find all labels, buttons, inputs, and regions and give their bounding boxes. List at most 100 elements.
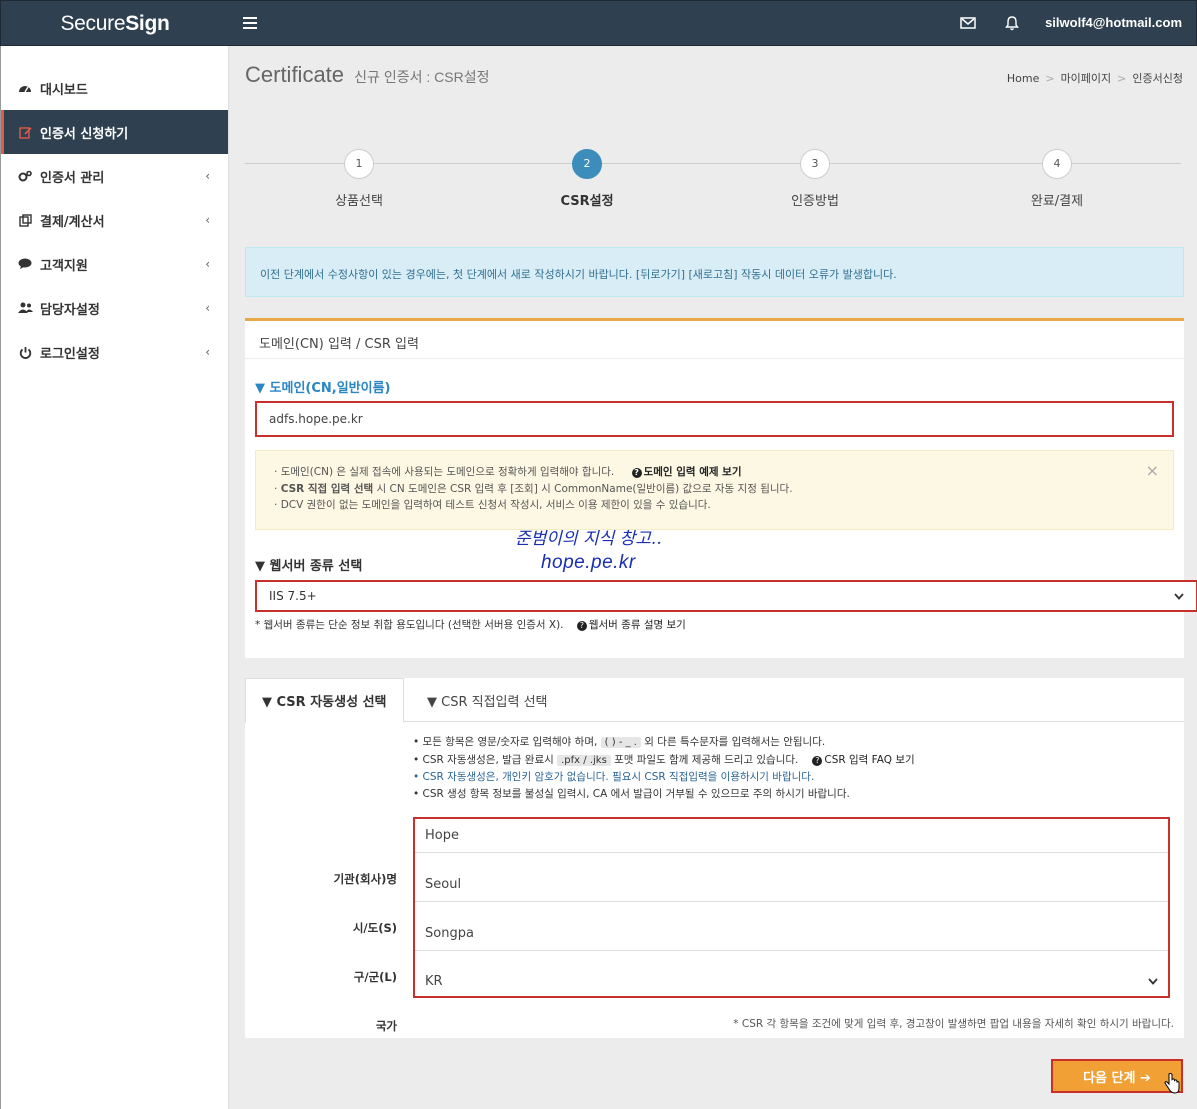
sidebar-item-certificate-management[interactable]: 인증서 관리 ‹ [1,154,228,198]
warning-line-1: · 도메인(CN) 은 실제 접속에 사용되는 도메인으로 정확하게 입력해야 … [274,464,1155,481]
breadcrumb-current: 인증서신청 [1132,72,1183,85]
hand-cursor-icon [1164,1073,1180,1094]
breadcrumb-home[interactable]: Home [1007,72,1039,85]
organization-value: Hope [425,828,459,843]
page-title: Certificate 신규 인증서 : CSR설정 [245,62,489,88]
step-label: CSR설정 [560,194,614,209]
sidebar-item-label: 로그인설정 [40,346,100,362]
warning-line-2: · CSR 직접 입력 선택 시 CN 도메인은 CSR 입력 후 [조회] 시… [274,481,1155,498]
close-icon[interactable]: × [1146,462,1159,480]
server-type-select[interactable]: IIS 7.5+ [255,580,1197,612]
rule-4: • CSR 생성 항목 정보를 불성실 입력시, CA 에서 발급이 거부될 수… [413,787,850,800]
step-2: 2 CSR설정 [507,149,667,209]
rule-text: 포맷 파일도 함께 제공해 드리고 있습니다. [610,753,799,766]
watermark-text: 준범이의 지식 창고.. hope.pe.kr [515,527,662,575]
step-3: 3 인증방법 [735,149,895,209]
sidebar-item-label: 대시보드 [40,82,88,98]
question-circle-icon: ? [812,755,823,766]
locality-input[interactable]: Songpa [415,917,1168,951]
step-number: 4 [1042,149,1072,179]
info-alert: 이전 단계에서 수정사항이 있는 경우에는, 첫 단계에서 새로 작성하시기 바… [245,247,1184,297]
sidebar-item-label: 담당자설정 [40,302,100,318]
chevron-left-icon: ‹ [205,345,210,359]
domain-input[interactable]: adfs.hope.pe.kr [255,401,1174,437]
sidebar-item-billing[interactable]: 결제/계산서 ‹ [1,198,228,242]
server-type-note: * 웹서버 종류는 단순 정보 취합 용도입니다 (선택한 서버용 인증서 X)… [255,617,686,632]
country-value: KR [425,973,443,989]
tab-label: ▼ CSR 자동생성 선택 [262,695,387,710]
tab-csr-auto[interactable]: ▼ CSR 자동생성 선택 [245,678,404,723]
step-1: 1 상품선택 [279,149,439,209]
server-help-label: 웹서버 종류 설명 보기 [588,619,686,631]
warning-text-bold: CSR 직접 입력 선택 [280,482,374,495]
main-content: Certificate 신규 인증서 : CSR설정 Home > 마이페이지 > 인증… [229,46,1197,1109]
server-type-label: ▼ 웹서버 종류 선택 [255,559,363,574]
step-label: 완료/결제 [1030,194,1084,209]
step-number: 3 [800,149,830,179]
rule-text: • CSR 자동생성은, 발급 완료시 [413,753,558,766]
csr-panel: ▼ CSR 자동생성 선택 ▼ CSR 직접입력 선택 • 모든 항목은 영문/… [245,678,1184,1038]
domain-input-value: adfs.hope.pe.kr [269,412,363,426]
domain-example-link[interactable]: ? 도메인 입력 예제 보기 [631,466,742,478]
sidebar-item-login-settings[interactable]: 로그인설정 ‹ [1,330,228,374]
edit-icon [17,126,33,139]
users-icon [17,302,33,314]
csr-footnote: * CSR 각 항목을 조건에 맞게 입력 후, 경고창이 발생하면 팝업 내용… [733,1018,1174,1030]
country-label: 국가 [375,1019,397,1033]
watermark-line-1: 준범이의 지식 창고.. [515,529,662,549]
server-help-link[interactable]: ? 웹서버 종류 설명 보기 [576,619,686,631]
sidebar-item-label: 인증서 신청하기 [40,126,129,142]
logo[interactable]: Secure Sign [1,1,229,47]
bullet: · [274,466,278,478]
tab-label: ▼ CSR 직접입력 선택 [427,694,548,710]
domain-example-link-label: 도메인 입력 예제 보기 [643,466,742,478]
server-type-value: IIS 7.5+ [269,589,317,603]
chat-icon [17,258,33,270]
dashboard-icon [17,82,33,94]
envelope-icon[interactable] [958,13,978,33]
progress-stepper: 1 상품선택 2 CSR설정 3 인증방법 4 완료/결제 [245,149,1181,219]
server-note-text: * 웹서버 종류는 단순 정보 취합 용도입니다 (선택한 서버용 인증서 X)… [255,619,564,631]
step-4: 4 완료/결제 [977,149,1137,209]
sidebar-item-dashboard[interactable]: 대시보드 [1,66,228,110]
sidebar-item-label: 결제/계산서 [40,214,105,230]
sidebar: 대시보드 인증서 신청하기 인증서 관리 ‹ 결제/계산서 ‹ 고객지원 ‹ 담… [0,46,229,1109]
hamburger-icon[interactable] [243,14,257,34]
state-input[interactable]: Seoul [415,868,1168,902]
tab-csr-manual[interactable]: ▼ CSR 직접입력 선택 [411,678,564,722]
sidebar-item-manager-settings[interactable]: 담당자설정 ‹ [1,286,228,330]
country-select[interactable]: KR [415,964,1168,998]
bullet: · [274,499,278,511]
user-email[interactable]: silwolf4@hotmail.com [1045,15,1182,30]
file-format-code: .pfx / .jks [557,754,611,766]
csr-rules: • 모든 항목은 영문/숫자로 입력해야 하며, ( ) - _ . 외 다른 … [413,734,915,802]
step-label: 인증방법 [791,194,839,209]
chevron-left-icon: ‹ [205,213,210,227]
page-title-text: Certificate [245,62,345,87]
bell-icon[interactable] [1002,13,1022,33]
breadcrumb: Home > 마이페이지 > 인증서신청 [1007,70,1183,86]
sidebar-item-support[interactable]: 고객지원 ‹ [1,242,228,286]
gears-icon [17,170,33,183]
rule-text: 외 다른 특수문자를 입력해서는 안됩니다. [640,736,826,748]
state-label: 시/도(S) [352,921,397,935]
rule-3: • CSR 자동생성은, 개인키 암호가 없습니다. 필요시 CSR 직접입력을… [413,771,815,783]
csr-faq-link[interactable]: ? CSR 입력 FAQ 보기 [812,753,915,766]
csr-faq-link-label: CSR 입력 FAQ 보기 [824,753,915,766]
question-circle-icon: ? [631,468,642,478]
step-label: 상품선택 [335,194,383,209]
state-value: Seoul [425,877,462,892]
step-number: 1 [344,149,374,179]
warning-text: 도메인(CN) 은 실제 접속에 사용되는 도메인으로 정확하게 입력해야 합니… [280,466,615,478]
chevron-left-icon: ‹ [205,169,210,183]
domain-label: ▼ 도메인(CN,일반이름) [255,381,391,396]
top-navbar: Secure Sign silwolf4@hotmail.com [0,0,1197,46]
chevron-down-icon [1174,589,1184,603]
rule-2: • CSR 자동생성은, 발급 완료시 .pfx / .jks 포맷 파일도 함… [413,752,915,770]
locality-value: Songpa [425,926,474,941]
sidebar-item-apply-certificate[interactable]: 인증서 신청하기 [1,110,228,154]
breadcrumb-mypage[interactable]: 마이페이지 [1061,72,1112,85]
organization-input[interactable]: Hope [415,819,1168,853]
sidebar-item-label: 고객지원 [40,258,88,274]
logo-text: Secure [60,12,126,35]
